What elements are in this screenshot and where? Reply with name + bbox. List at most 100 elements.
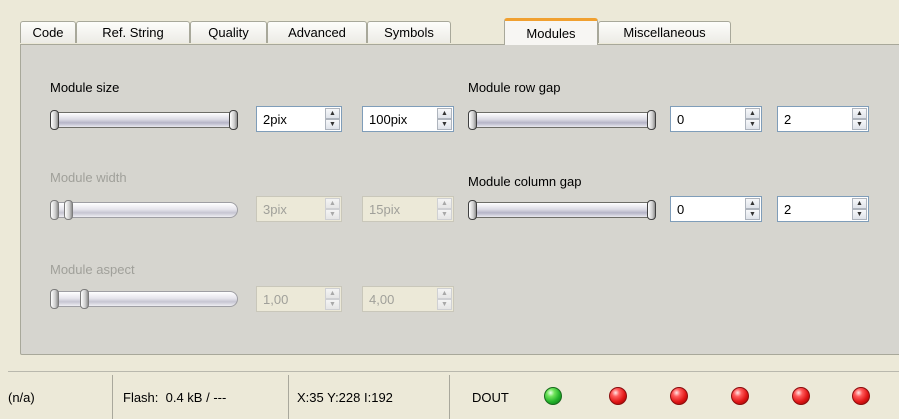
spin-buttons: ▲ ▼ [325, 288, 340, 310]
spin-up-icon[interactable]: ▲ [852, 108, 867, 119]
tab-quality[interactable]: Quality [190, 21, 267, 43]
spin-value: 1,00 [263, 291, 289, 307]
spin-value: 2 [784, 201, 792, 217]
spin-value: 2 [784, 111, 792, 127]
module-width-slider[interactable] [50, 200, 238, 220]
spin-down-icon[interactable]: ▼ [437, 299, 452, 310]
tab-advanced[interactable]: Advanced [267, 21, 367, 43]
spin-buttons: ▲ ▼ [745, 198, 760, 220]
dout-led-3-icon [670, 387, 688, 405]
spin-buttons: ▲ ▼ [437, 288, 452, 310]
module-aspect-slider[interactable] [50, 289, 238, 309]
spin-value: 0 [677, 111, 685, 127]
module-column-gap-label: Module column gap [468, 174, 582, 189]
tab-code[interactable]: Code [20, 21, 76, 43]
dout-label: DOUT [472, 389, 509, 405]
module-width-label: Module width [50, 170, 127, 185]
module-width-max-spinbox[interactable]: 15pix ▲ ▼ [362, 196, 454, 222]
slider-max-knob[interactable] [229, 110, 238, 130]
spin-buttons: ▲ ▼ [745, 108, 760, 130]
status-coords-text: X:35 Y:228 I:192 [297, 389, 393, 405]
status-bar-divider [8, 371, 899, 372]
spin-buttons: ▲ ▼ [437, 108, 452, 130]
spin-down-icon[interactable]: ▼ [852, 119, 867, 130]
slider-track [50, 112, 238, 128]
spin-down-icon[interactable]: ▼ [325, 299, 340, 310]
spin-up-icon[interactable]: ▲ [745, 198, 760, 209]
spin-down-icon[interactable]: ▼ [745, 119, 760, 130]
slider-max-knob[interactable] [64, 200, 73, 220]
spin-up-icon[interactable]: ▲ [852, 198, 867, 209]
spin-value: 2pix [263, 111, 287, 127]
slider-track [50, 291, 238, 307]
spin-buttons: ▲ ▼ [325, 198, 340, 220]
spin-buttons: ▲ ▼ [325, 108, 340, 130]
tab-label: Miscellaneous [623, 25, 706, 40]
spin-down-icon[interactable]: ▼ [325, 119, 340, 130]
tab-ref-string[interactable]: Ref. String [76, 21, 190, 43]
module-size-label: Module size [50, 80, 120, 95]
module-aspect-max-spinbox[interactable]: 4,00 ▲ ▼ [362, 286, 454, 312]
spin-value: 0 [677, 201, 685, 217]
tab-label: Modules [526, 25, 576, 41]
module-column-gap-max-spinbox[interactable]: 2 ▲ ▼ [777, 196, 869, 222]
slider-track [468, 202, 656, 218]
spin-buttons: ▲ ▼ [437, 198, 452, 220]
spin-up-icon[interactable]: ▲ [745, 108, 760, 119]
module-row-gap-min-spinbox[interactable]: 0 ▲ ▼ [670, 106, 762, 132]
status-flash-text: Flash: 0.4 kB / --- [123, 389, 227, 405]
spin-buttons: ▲ ▼ [852, 108, 867, 130]
module-size-min-spinbox[interactable]: 2pix ▲ ▼ [256, 106, 342, 132]
slider-min-knob[interactable] [468, 110, 477, 130]
dout-led-5-icon [792, 387, 810, 405]
slider-min-knob[interactable] [50, 110, 59, 130]
tab-miscellaneous[interactable]: Miscellaneous [598, 21, 731, 43]
spin-value: 3pix [263, 201, 287, 217]
module-row-gap-slider[interactable] [468, 110, 656, 130]
slider-max-knob[interactable] [647, 110, 656, 130]
module-column-gap-min-spinbox[interactable]: 0 ▲ ▼ [670, 196, 762, 222]
spin-down-icon[interactable]: ▼ [745, 209, 760, 220]
module-row-gap-label: Module row gap [468, 80, 561, 95]
module-size-slider[interactable] [50, 110, 238, 130]
tab-label: Code [32, 25, 64, 40]
module-width-min-spinbox[interactable]: 3pix ▲ ▼ [256, 196, 342, 222]
spin-up-icon[interactable]: ▲ [437, 108, 452, 119]
tab-label: Symbols [384, 25, 434, 40]
tab-label: Ref. String [102, 25, 164, 40]
spin-up-icon[interactable]: ▲ [325, 288, 340, 299]
spin-value: 4,00 [369, 291, 395, 307]
spin-up-icon[interactable]: ▲ [325, 198, 340, 209]
spin-down-icon[interactable]: ▼ [852, 209, 867, 220]
spin-value: 100pix [369, 111, 408, 127]
dout-led-4-icon [731, 387, 749, 405]
spin-up-icon[interactable]: ▲ [437, 198, 452, 209]
spin-down-icon[interactable]: ▼ [437, 119, 452, 130]
dout-led-1-icon [544, 387, 562, 405]
slider-max-knob[interactable] [80, 289, 89, 309]
spin-value: 15pix [369, 201, 401, 217]
tab-symbols[interactable]: Symbols [367, 21, 451, 43]
slider-min-knob[interactable] [468, 200, 477, 220]
dout-led-6-icon [852, 387, 870, 405]
module-aspect-min-spinbox[interactable]: 1,00 ▲ ▼ [256, 286, 342, 312]
dout-led-2-icon [609, 387, 627, 405]
slider-max-knob[interactable] [647, 200, 656, 220]
spin-buttons: ▲ ▼ [852, 198, 867, 220]
tab-modules[interactable]: Modules [504, 18, 598, 45]
spin-up-icon[interactable]: ▲ [325, 108, 340, 119]
module-size-max-spinbox[interactable]: 100pix ▲ ▼ [362, 106, 454, 132]
slider-min-knob[interactable] [50, 200, 59, 220]
slider-track [50, 202, 238, 218]
spin-up-icon[interactable]: ▲ [437, 288, 452, 299]
slider-min-knob[interactable] [50, 289, 59, 309]
status-coords: X:35 Y:228 I:192 [288, 375, 450, 419]
status-flash: Flash: 0.4 kB / --- [112, 375, 282, 419]
spin-down-icon[interactable]: ▼ [325, 209, 340, 220]
module-column-gap-slider[interactable] [468, 200, 656, 220]
status-selection-text: (n/a) [8, 389, 35, 405]
module-aspect-label: Module aspect [50, 262, 135, 277]
spin-down-icon[interactable]: ▼ [437, 209, 452, 220]
module-row-gap-max-spinbox[interactable]: 2 ▲ ▼ [777, 106, 869, 132]
slider-track [468, 112, 656, 128]
